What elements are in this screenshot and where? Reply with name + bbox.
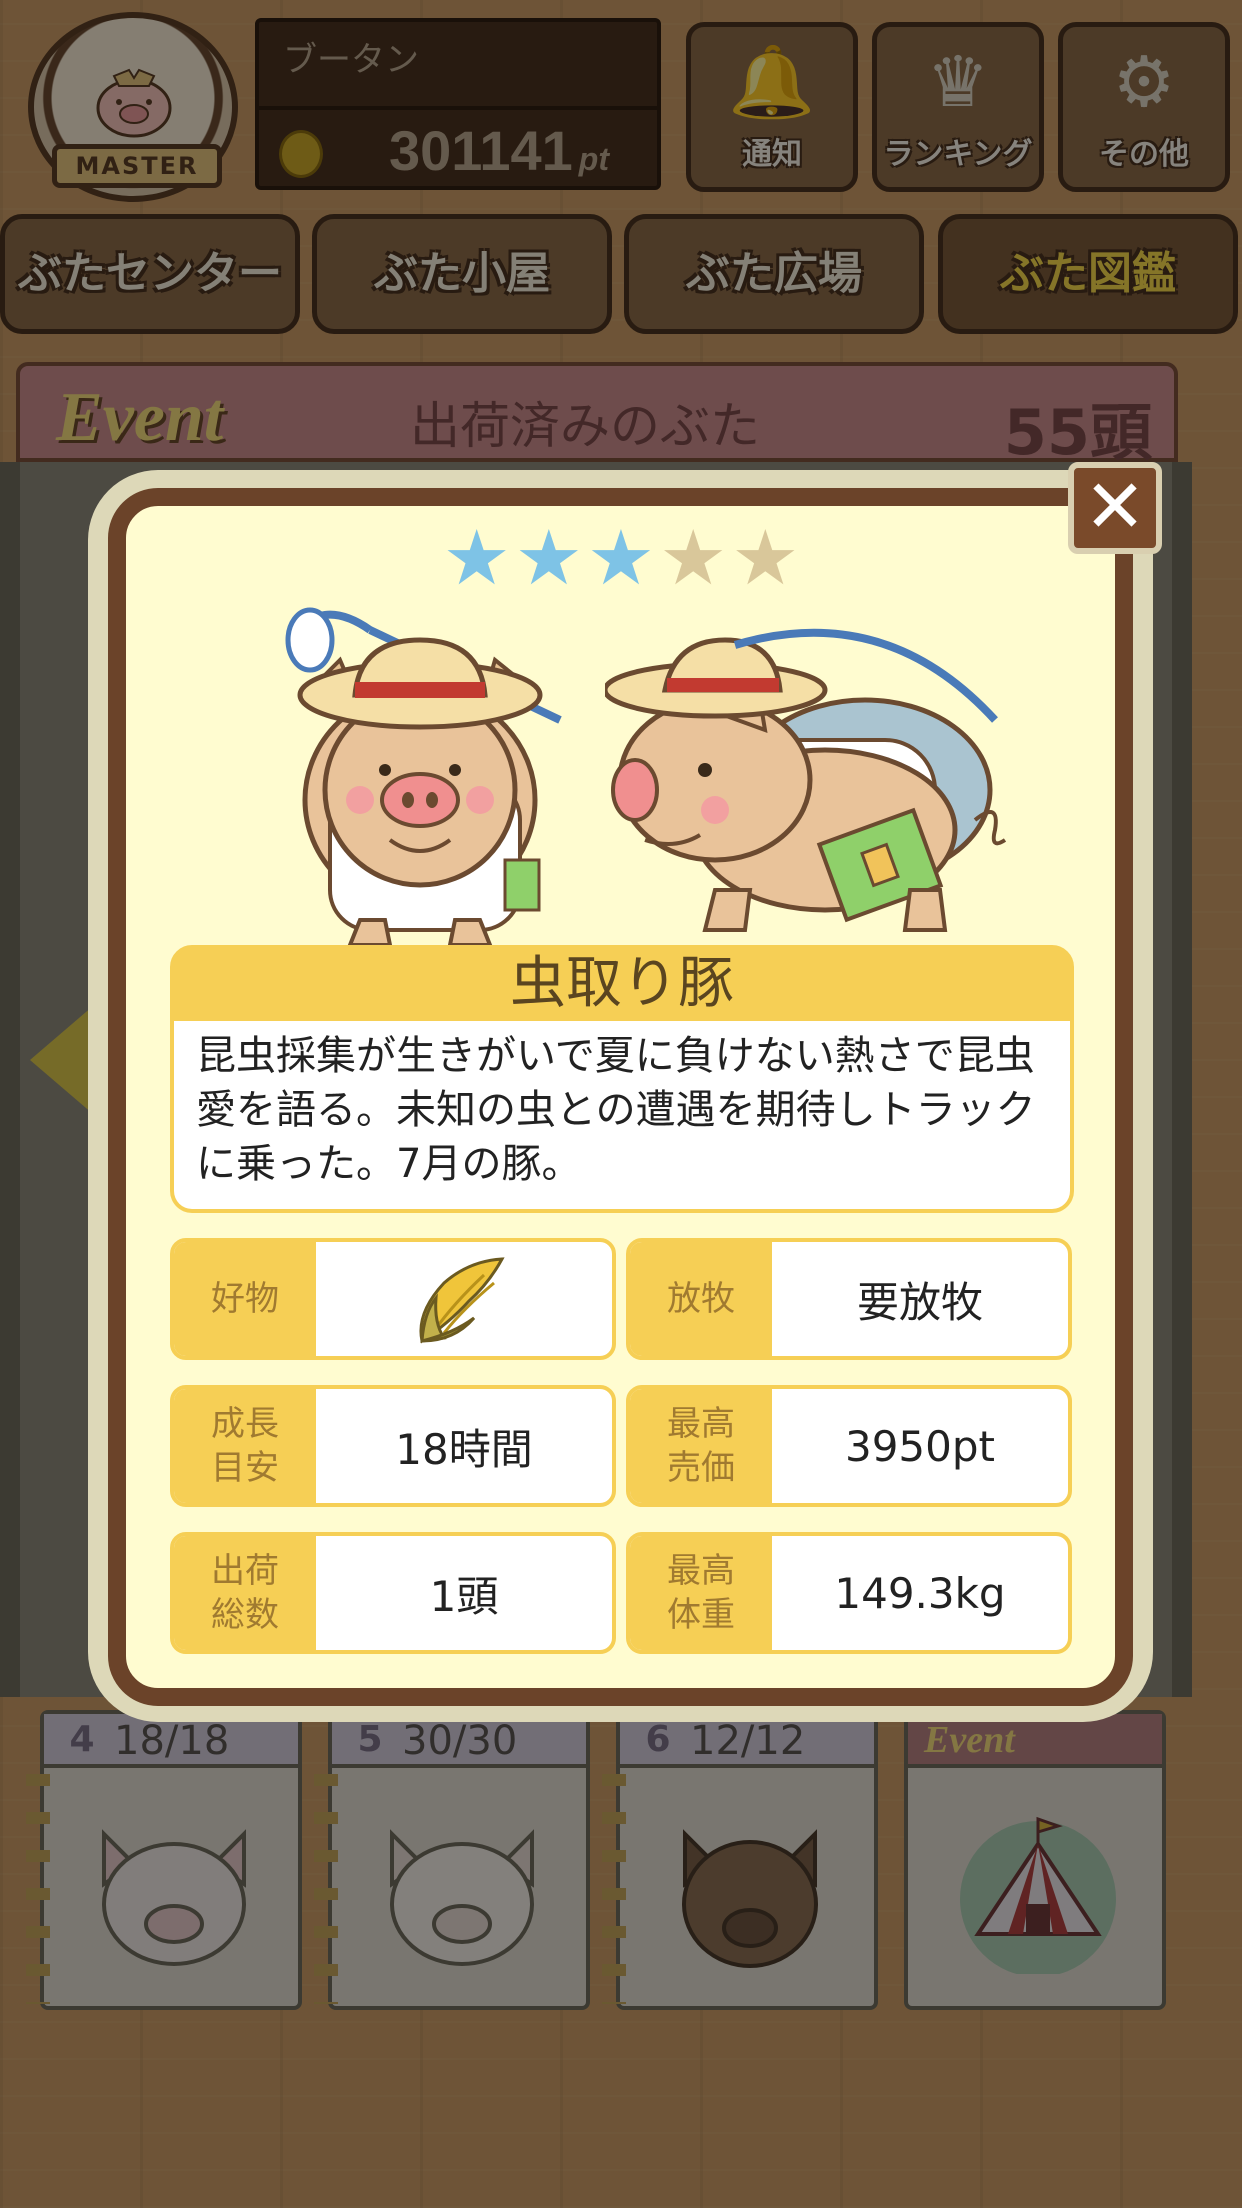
stat-value: 1頭 (429, 1571, 499, 1621)
stat-label: 出荷 総数 (174, 1536, 316, 1650)
stat-value: 要放牧 (856, 1277, 983, 1327)
stat-label: 放牧 (630, 1242, 772, 1356)
stat-label-line1: 成長 (211, 1404, 279, 1444)
stat-label-text: 放牧 (667, 1279, 735, 1319)
stat-label-line2: 総数 (211, 1595, 279, 1635)
star-empty-icon: ★ (731, 513, 800, 602)
stat-max-price: 最高 売価 3950pt (626, 1385, 1072, 1507)
stat-label-line1: 最高 (667, 1404, 735, 1444)
stat-label: 最高 売価 (630, 1389, 772, 1503)
stat-value (316, 1242, 612, 1356)
stat-favorite-food: 好物 (170, 1238, 616, 1360)
stat-label-line2: 体重 (667, 1595, 735, 1635)
rarity-stars: ★★★★★ (0, 518, 1242, 598)
stat-value: 18時間 (395, 1424, 533, 1474)
pig-side-illustration (605, 628, 1007, 932)
stat-value: 149.3kg (834, 1568, 1006, 1618)
stat-label-text: 好物 (211, 1279, 279, 1319)
corn-icon (419, 1257, 505, 1344)
pig-description: 昆虫採集が生きがいで夏に負けない熱さで昆虫愛を語る。未知の虫との遭遇を期待しトラ… (170, 1021, 1074, 1213)
star-filled-icon: ★ (586, 513, 656, 602)
stat-value: 3950pt (844, 1421, 995, 1471)
stat-label-line2: 目安 (211, 1448, 279, 1488)
stat-label: 最高 体重 (630, 1536, 772, 1650)
star-empty-icon: ★ (659, 513, 728, 602)
stat-growth-time: 成長 目安 18時間 (170, 1385, 616, 1507)
star-filled-icon: ★ (514, 513, 583, 602)
stat-label-line1: 最高 (667, 1551, 735, 1591)
stat-label: 好物 (174, 1242, 316, 1356)
stat-label: 成長 目安 (174, 1389, 316, 1503)
pig-front-illustration (285, 607, 562, 947)
stat-label-line1: 出荷 (211, 1551, 279, 1591)
pig-name-title: 虫取り豚 (170, 945, 1074, 1021)
stat-label-line2: 売価 (667, 1448, 735, 1488)
stat-grazing: 放牧 要放牧 (626, 1238, 1072, 1360)
stat-total-shipped: 出荷 総数 1頭 (170, 1532, 616, 1654)
star-filled-icon: ★ (442, 513, 511, 602)
stat-max-weight: 最高 体重 149.3kg (626, 1532, 1072, 1654)
